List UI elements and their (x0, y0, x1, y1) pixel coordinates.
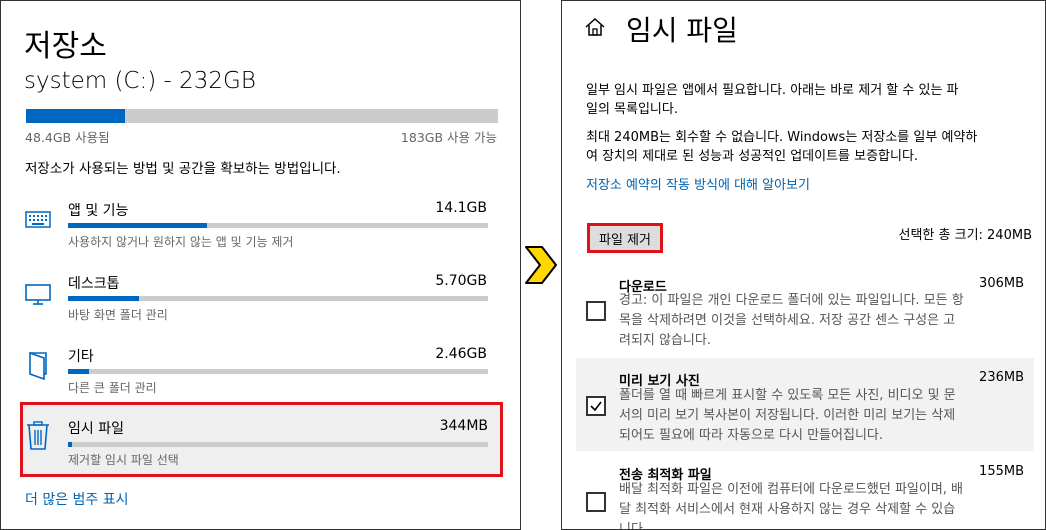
checkbox[interactable] (586, 301, 606, 321)
file-item-delivery-optimization[interactable]: 전송 최적화 파일 155MB 배달 최적화 파일은 이전에 컴퓨터에 다운로드… (576, 459, 1034, 530)
storage-panel: 저장소 system (C:) - 232GB 48.4GB 사용됨 183GB… (0, 0, 521, 530)
category-bar (68, 442, 488, 447)
file-item-downloads[interactable]: 다운로드 306MB 경고: 이 파일은 개인 다운로드 폴더에 있는 파일입니… (576, 269, 1034, 354)
folder-icon (25, 350, 51, 381)
category-size: 5.70GB (435, 273, 487, 289)
text-line: 폴더를 열 때 빠르게 표시할 수 있도록 모든 사진, 비디오 및 문 (619, 388, 956, 403)
text-line: 려되지 않습니다. (619, 333, 711, 348)
file-item-thumbnails[interactable]: 미리 보기 사진 236MB 폴더를 열 때 빠르게 표시할 수 있도록 모든 … (576, 358, 1034, 451)
chevron-right-icon (522, 243, 560, 287)
drive-usage-fill (26, 109, 126, 123)
file-item-description: 배달 최적화 파일은 이전에 컴퓨터에 다운로드했던 파일이며, 배 달 최적화… (619, 480, 1024, 530)
category-bar (68, 369, 488, 374)
text-line: 서의 미리 보기 복사본이 저장됩니다. 이러한 미리 보기는 삭제 (619, 408, 956, 423)
category-subtitle: 제거할 임시 파일 선택 (68, 453, 179, 467)
remove-files-button[interactable]: 파일 제거 (587, 223, 663, 253)
category-name: 임시 파일 (68, 421, 124, 437)
checkbox[interactable] (586, 492, 606, 512)
text-line: 달 최적화 서비스에서 현재 사용하지 않는 경우 삭제할 수 있습 (619, 502, 956, 517)
temp-files-panel: 임시 파일 일부 임시 파일은 앱에서 필요합니다. 아래는 바로 제거 할 수… (561, 0, 1046, 530)
text-line: 여 장치의 제대로 된 성능과 성공적인 업데이트를 보증합니다. (586, 149, 919, 164)
file-item-description: 경고: 이 파일은 개인 다운로드 폴더에 있는 파일입니다. 모든 항 목을 … (619, 291, 1024, 351)
home-icon[interactable] (584, 15, 606, 39)
monitor-icon (25, 277, 51, 307)
text-line: 배달 최적화 파일은 이전에 컴퓨터에 다운로드했던 파일이며, 배 (619, 482, 964, 497)
checkmark-icon (590, 401, 602, 412)
category-bar-fill (68, 369, 89, 374)
category-temp-files[interactable]: 임시 파일 344MB 제거할 임시 파일 선택 (20, 402, 503, 477)
text-line: 최대 240MB는 회수할 수 없습니다. Windows는 저장소를 일부 예… (586, 130, 978, 145)
category-bar-fill (68, 223, 207, 228)
category-subtitle: 바탕 화면 폴더 관리 (68, 308, 168, 322)
category-bar (68, 296, 488, 301)
category-apps[interactable]: 앱 및 기능 14.1GB 사용하지 않거나 원하지 않는 앱 및 기능 제거 (23, 200, 499, 266)
text-line: 니다. (619, 522, 648, 530)
text-line: 일부 임시 파일은 앱에서 필요합니다. 아래는 바로 제거 할 수 있는 파 (586, 83, 959, 98)
file-item-size: 155MB (979, 464, 1024, 479)
storage-reserve-link[interactable]: 저장소 예약의 작동 방식에 대해 알아보기 (586, 174, 810, 193)
category-subtitle: 사용하지 않거나 원하지 않는 앱 및 기능 제거 (68, 235, 294, 249)
category-bar (68, 223, 488, 228)
info-paragraph-1: 일부 임시 파일은 앱에서 필요합니다. 아래는 바로 제거 할 수 있는 파 … (586, 81, 1026, 119)
category-bar-fill (68, 442, 73, 447)
text-line: 일의 목록입니다. (586, 102, 678, 117)
file-item-size: 306MB (979, 276, 1024, 291)
keyboard-icon (25, 204, 51, 234)
category-desktop[interactable]: 데스크톱 5.70GB 바탕 화면 폴더 관리 (23, 273, 499, 339)
page-title: 저장소 (24, 29, 107, 64)
used-space-label: 48.4GB 사용됨 (25, 130, 110, 145)
drive-usage-bar (26, 109, 498, 123)
category-name: 기타 (68, 349, 94, 365)
text-line: 되어도 필요에 따라 자동으로 다시 만들어집니다. (619, 428, 883, 443)
show-more-categories-link[interactable]: 더 많은 범주 표시 (25, 489, 129, 509)
category-size: 2.46GB (435, 346, 487, 362)
category-size: 14.1GB (435, 200, 487, 216)
drive-label: system (C:) - 232GB (24, 68, 256, 94)
page-title: 임시 파일 (626, 14, 738, 47)
category-subtitle: 다른 큰 폴더 관리 (68, 381, 157, 395)
text-line: 경고: 이 파일은 개인 다운로드 폴더에 있는 파일입니다. 모든 항 (619, 293, 964, 308)
selected-total-size: 선택한 총 크기: 240MB (898, 228, 1033, 243)
file-item-size: 236MB (979, 370, 1024, 385)
info-paragraph-2: 최대 240MB는 회수할 수 없습니다. Windows는 저장소를 일부 예… (586, 128, 1026, 166)
category-name: 데스크톱 (68, 276, 120, 292)
file-item-description: 폴더를 열 때 빠르게 표시할 수 있도록 모든 사진, 비디오 및 문 서의 … (619, 386, 1024, 446)
text-line: 목을 삭제하려면 이것을 선택하세요. 저장 공간 센스 구성은 고 (619, 313, 956, 328)
category-other[interactable]: 기타 2.46GB 다른 큰 폴더 관리 (23, 346, 499, 412)
storage-description: 저장소가 사용되는 방법 및 공간을 확보하는 방법입니다. (25, 161, 341, 177)
available-space-label: 183GB 사용 가능 (400, 130, 497, 145)
category-bar-fill (68, 296, 140, 301)
checkbox-checked[interactable] (586, 396, 606, 416)
trash-icon (25, 421, 51, 451)
category-size: 344MB (439, 418, 488, 434)
category-name: 앱 및 기능 (68, 203, 129, 219)
